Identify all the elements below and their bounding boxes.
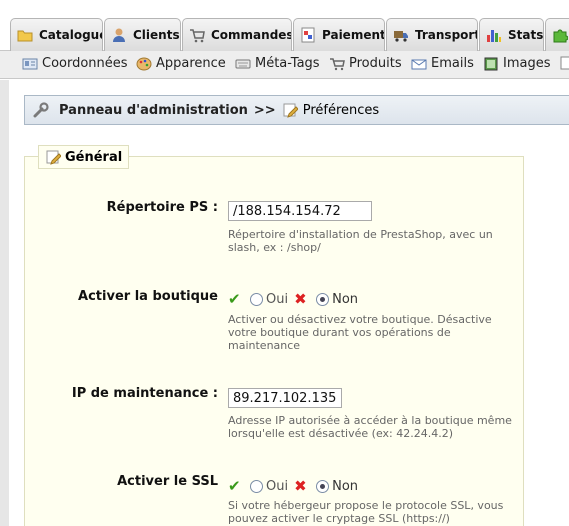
subnav-coordonnees[interactable]: Coordonnées	[22, 56, 128, 71]
tab-label: Paiement	[322, 28, 385, 42]
shop-enable-no-radio[interactable]	[316, 292, 330, 306]
check-icon: ✔	[228, 290, 241, 308]
subnav-images[interactable]: Images	[483, 56, 551, 71]
ssl-enable-no-radio[interactable]	[316, 479, 330, 493]
tab-label: Commandes	[211, 28, 292, 42]
puzzle-icon	[552, 27, 569, 43]
ssl-enable-yes-radio[interactable]	[250, 479, 263, 493]
tab-catalogue[interactable]: Catalogue	[10, 18, 103, 51]
subnav-label: Méta-Tags	[255, 56, 320, 71]
subnav-more[interactable]	[559, 56, 569, 70]
ssl-enable-label: Activer le SSL	[117, 474, 218, 489]
main-tab-bar: Catalogue Clients Commandes Paiement Tra…	[0, 0, 569, 51]
cart-icon	[189, 27, 205, 43]
tab-clients[interactable]: Clients	[104, 18, 181, 51]
maintenance-ip-label: IP de maintenance :	[71, 386, 218, 401]
shop-enable-label: Activer la boutique	[78, 289, 218, 304]
document-icon	[559, 56, 569, 70]
preferences-icon	[282, 102, 299, 118]
shop-enable-yes-label[interactable]: Oui	[266, 292, 288, 307]
shop-enable-no-label[interactable]: Non	[332, 292, 358, 307]
fieldset-legend: Général	[38, 145, 130, 169]
subnav-label: Apparence	[156, 56, 226, 71]
tab-modules[interactable]	[545, 18, 569, 51]
ssl-enable-radio-group: ✔ Oui ✖ Non	[228, 477, 358, 495]
breadcrumb-root[interactable]: Panneau d'administration	[59, 103, 248, 118]
envelope-icon	[411, 57, 427, 71]
tab-stats[interactable]: Stats	[479, 18, 544, 51]
ps-dir-input[interactable]	[228, 201, 372, 221]
shop-enable-hint: Activer ou désactivez votre boutique. Dé…	[228, 313, 492, 352]
subnav-produits[interactable]: Produits	[329, 56, 402, 71]
bar-chart-icon	[486, 27, 502, 43]
cart-icon	[329, 57, 345, 71]
maintenance-ip-input[interactable]	[228, 388, 342, 408]
payment-icon	[300, 27, 316, 43]
ps-dir-hint: Répertoire d'installation de PrestaShop,…	[228, 228, 493, 254]
tab-label: Clients	[133, 28, 180, 42]
tab-label: Stats	[508, 28, 544, 42]
ssl-enable-no-label[interactable]: Non	[332, 479, 358, 494]
tab-paiement[interactable]: Paiement	[293, 18, 385, 51]
ssl-enable-yes-label[interactable]: Oui	[266, 479, 288, 494]
legend-label: Général	[65, 149, 123, 165]
subnav-label: Produits	[349, 56, 402, 71]
cross-icon: ✖	[294, 290, 307, 308]
tab-label: Catalogue	[39, 28, 103, 42]
user-icon	[111, 27, 127, 43]
keyboard-icon	[235, 57, 251, 71]
tab-transport[interactable]: Transport	[386, 18, 478, 51]
palette-icon	[136, 57, 152, 71]
contact-card-icon	[22, 57, 38, 71]
subnav-meta-tags[interactable]: Méta-Tags	[235, 56, 320, 71]
cross-icon: ✖	[294, 477, 307, 495]
breadcrumb: Panneau d'administration >> Préférences	[24, 95, 569, 125]
tab-commandes[interactable]: Commandes	[182, 18, 292, 51]
truck-icon	[393, 27, 409, 43]
breadcrumb-current: Préférences	[302, 102, 380, 118]
subnav-label: Images	[503, 56, 551, 71]
preferences-icon	[45, 149, 62, 165]
wrench-icon	[33, 102, 49, 118]
image-icon	[483, 57, 499, 71]
subnav-emails[interactable]: Emails	[411, 56, 474, 71]
shop-enable-radio-group: ✔ Oui ✖ Non	[228, 290, 358, 308]
subnav-label: Emails	[431, 56, 474, 71]
maintenance-ip-hint: Adresse IP autorisée à accéder à la bout…	[228, 414, 512, 440]
tab-label: Transport	[415, 28, 478, 42]
subnav-apparence[interactable]: Apparence	[136, 56, 226, 71]
ps-dir-label: Répertoire PS :	[106, 200, 218, 215]
check-icon: ✔	[228, 477, 241, 495]
breadcrumb-separator: >>	[253, 102, 276, 118]
shop-enable-yes-radio[interactable]	[250, 292, 263, 306]
subnav-label: Coordonnées	[42, 56, 128, 71]
sub-navigation: Coordonnées Apparence Méta-Tags Produits…	[0, 51, 569, 79]
ssl-enable-hint: Si votre hébergeur propose le protocole …	[228, 499, 504, 525]
folder-icon	[17, 27, 33, 43]
